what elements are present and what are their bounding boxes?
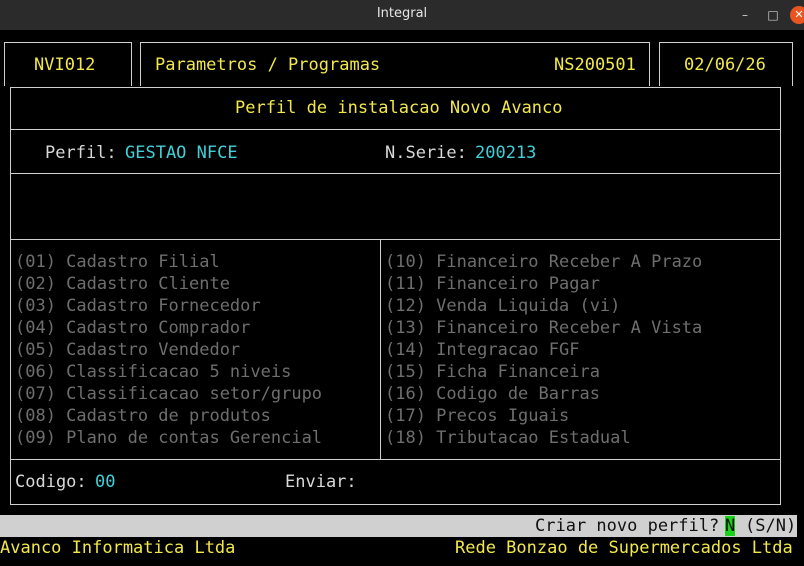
maximize-icon[interactable]: □: [764, 6, 782, 24]
serie-label: N.Serie:: [385, 143, 467, 163]
module-item[interactable]: (08) Cadastro de produtos: [15, 406, 271, 426]
perfil-value[interactable]: GESTAO NFCE: [125, 143, 238, 163]
module-item[interactable]: (11) Financeiro Pagar: [385, 274, 600, 294]
module-item[interactable]: (16) Codigo de Barras: [385, 384, 600, 404]
divider: [10, 239, 781, 240]
module-item[interactable]: (01) Cadastro Filial: [15, 252, 220, 272]
module-item[interactable]: (13) Financeiro Receber A Vista: [385, 318, 702, 338]
divider: [10, 173, 781, 174]
serial-code: NS200501: [554, 55, 636, 75]
module-item[interactable]: (09) Plano de contas Gerencial: [15, 428, 322, 448]
module-item[interactable]: (18) Tributacao Estadual: [385, 428, 631, 448]
module-item[interactable]: (07) Classificacao setor/grupo: [15, 384, 322, 404]
section-title: Parametros / Programas: [155, 55, 381, 75]
serie-value[interactable]: 200213: [475, 143, 536, 163]
codigo-field[interactable]: 00: [95, 472, 115, 492]
module-item[interactable]: (14) Integracao FGF: [385, 340, 579, 360]
divider: [10, 459, 781, 460]
form-title: Perfil de instalacao Novo Avanco: [235, 98, 563, 118]
codigo-label: Codigo:: [15, 472, 87, 492]
status-company: Avanco Informatica Ltda: [0, 538, 236, 558]
prompt-answer-input[interactable]: N: [725, 516, 736, 536]
module-item[interactable]: (04) Cadastro Comprador: [15, 318, 250, 338]
enviar-label: Enviar:: [285, 472, 357, 492]
prompt-bar: Criar novo perfil? N (S/N): [0, 515, 797, 537]
status-client: Rede Bonzao de Supermercados Ltda: [455, 538, 793, 558]
minimize-icon[interactable]: –: [736, 6, 754, 24]
program-code: NVI012: [34, 55, 96, 75]
close-icon[interactable]: ✕: [790, 6, 804, 24]
column-divider: [380, 239, 381, 459]
module-item[interactable]: (15) Ficha Financeira: [385, 362, 600, 382]
module-item[interactable]: (17) Precos Iguais: [385, 406, 569, 426]
perfil-label: Perfil:: [45, 143, 117, 163]
module-item[interactable]: (05) Cadastro Vendedor: [15, 340, 240, 360]
terminal-screen: NVI012 Parametros / Programas NS200501 0…: [0, 30, 804, 566]
module-item[interactable]: (02) Cadastro Cliente: [15, 274, 230, 294]
prompt-options: (S/N): [745, 516, 797, 536]
header-date: 02/06/26: [684, 55, 766, 75]
module-item[interactable]: (06) Classificacao 5 niveis: [15, 362, 291, 382]
window-titlebar: Integral – □ ✕: [0, 0, 804, 30]
prompt-question: Criar novo perfil?: [535, 516, 720, 536]
window-title: Integral: [376, 6, 428, 21]
module-item[interactable]: (12) Venda Liquida (vi): [385, 296, 620, 316]
module-item[interactable]: (10) Financeiro Receber A Prazo: [385, 252, 702, 272]
module-item[interactable]: (03) Cadastro Fornecedor: [15, 296, 261, 316]
divider: [10, 129, 781, 130]
